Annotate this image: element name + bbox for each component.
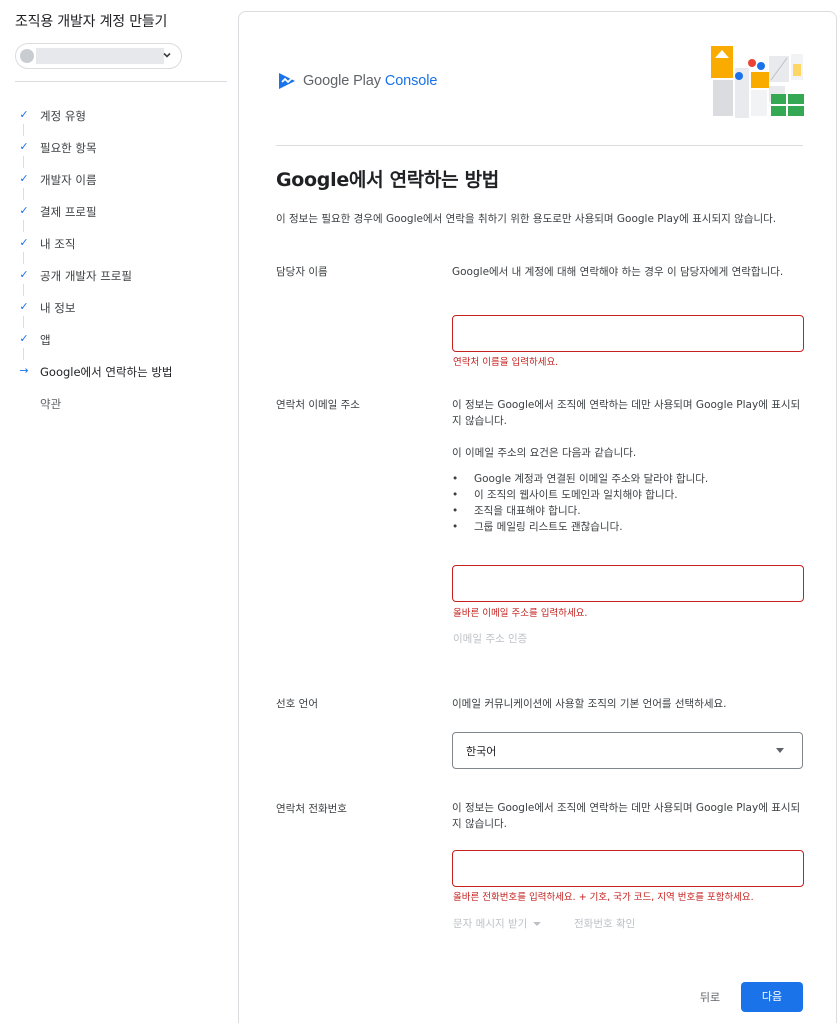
list-item: Google 계정과 연결된 이메일 주소와 달라야 합니다. — [452, 471, 804, 487]
contact-email-error: 올바른 이메일 주소를 입력하세요. — [453, 608, 588, 619]
step-requirements[interactable]: ✓ 필요한 항목 — [18, 132, 230, 168]
check-icon: ✓ — [19, 108, 29, 121]
step-label: 공개 개발자 프로필 — [40, 269, 132, 283]
header-divider — [276, 145, 803, 146]
contact-phone-description: 이 정보는 Google에서 조직에 연락하는 데만 사용되며 Google P… — [452, 802, 801, 830]
step-label: 약관 — [40, 397, 62, 411]
check-icon: ✓ — [19, 204, 29, 217]
play-console-logo: Google Play Console — [277, 71, 437, 91]
sidebar-title: 조직용 개발자 계정 만들기 — [15, 14, 168, 30]
caret-down-icon — [533, 921, 542, 926]
check-icon: ✓ — [19, 268, 29, 281]
dropdown-arrow-icon — [776, 748, 784, 753]
list-item: 조직을 대표해야 합니다. — [452, 503, 804, 519]
account-avatar — [20, 49, 34, 63]
header-illustration — [711, 46, 804, 118]
contact-email-input[interactable] — [452, 565, 804, 602]
logo-text: Google Play Console — [303, 73, 437, 89]
contact-name-input[interactable] — [452, 315, 804, 352]
check-icon: ✓ — [19, 236, 29, 249]
step-label: 내 정보 — [40, 301, 76, 315]
email-requirements-list: Google 계정과 연결된 이메일 주소와 달라야 합니다. 이 조직의 웹사… — [452, 471, 804, 535]
account-name-redacted — [36, 48, 164, 64]
contact-name-error: 연락처 이름을 입력하세요. — [453, 357, 559, 368]
contact-phone-input[interactable] — [452, 850, 804, 887]
list-item: 그룹 메일링 리스트도 괜찮습니다. — [452, 519, 804, 535]
step-about-you[interactable]: ✓ 내 정보 — [18, 292, 230, 328]
language-selected-value: 한국어 — [466, 745, 497, 758]
step-label: 앱 — [40, 333, 51, 347]
step-label: 필요한 항목 — [40, 141, 97, 155]
step-contact-methods[interactable]: → Google에서 연락하는 방법 — [18, 356, 230, 388]
step-label: 결제 프로필 — [40, 205, 97, 219]
page-title: Google에서 연락하는 방법 — [276, 169, 499, 191]
verify-email-link[interactable]: 이메일 주소 인증 — [453, 631, 527, 646]
contact-name-label: 담당자 이름 — [276, 266, 328, 278]
step-label: Google에서 연락하는 방법 — [40, 365, 173, 379]
step-payments-profile[interactable]: ✓ 결제 프로필 — [18, 196, 230, 232]
step-public-profile[interactable]: ✓ 공개 개발자 프로필 — [18, 260, 230, 296]
form-card: Google Play Console Google에서 연락하는 방법 이 정… — [238, 11, 837, 1023]
step-list: ✓ 계정 유형 ✓ 필요한 항목 ✓ 개발자 이름 ✓ 결제 프로필 ✓ 내 조… — [18, 100, 230, 420]
check-icon: ✓ — [19, 332, 29, 345]
step-apps[interactable]: ✓ 앱 — [18, 324, 230, 360]
play-console-icon — [279, 73, 295, 89]
sidebar: 조직용 개발자 계정 만들기 ✓ 계정 유형 ✓ 필요한 항목 ✓ 개발자 이름… — [0, 0, 238, 1023]
sidebar-divider — [15, 81, 227, 82]
logo-prefix: Google Play — [303, 73, 381, 89]
check-icon: ✓ — [19, 172, 29, 185]
sms-label: 문자 메시지 받기 — [453, 918, 528, 930]
chevron-down-icon — [163, 52, 171, 58]
contact-phone-label: 연락처 전화번호 — [276, 803, 347, 815]
language-select[interactable]: 한국어 — [452, 732, 803, 769]
step-label: 계정 유형 — [40, 109, 86, 123]
check-icon: ✓ — [19, 300, 29, 313]
logo-suffix: Console — [384, 73, 438, 89]
sms-dropdown[interactable]: 문자 메시지 받기 — [453, 916, 542, 931]
page-intro: 이 정보는 필요한 경우에 Google에서 연락을 취하기 위한 용도로만 사… — [276, 213, 777, 225]
account-selector[interactable] — [15, 43, 182, 69]
step-label: 개발자 이름 — [40, 173, 97, 187]
contact-email-label: 연락처 이메일 주소 — [276, 399, 360, 411]
language-description: 이메일 커뮤니케이션에 사용할 조직의 기본 언어를 선택하세요. — [452, 698, 727, 710]
step-label: 내 조직 — [40, 237, 76, 251]
contact-phone-error: 올바른 전화번호를 입력하세요. + 기호, 국가 코드, 지역 번호를 포함하… — [453, 892, 754, 903]
list-item: 이 조직의 웹사이트 도메인과 일치해야 합니다. — [452, 487, 804, 503]
contact-email-requirements-intro: 이 이메일 주소의 요건은 다음과 같습니다. — [452, 447, 637, 459]
arrow-right-icon: → — [19, 364, 29, 377]
next-button[interactable]: 다음 — [741, 982, 803, 1012]
step-organization[interactable]: ✓ 내 조직 — [18, 228, 230, 264]
contact-email-description: 이 정보는 Google에서 조직에 연락하는 데만 사용되며 Google P… — [452, 399, 801, 427]
contact-name-description: Google에서 내 계정에 대해 연락해야 하는 경우 이 담당자에게 연락합… — [452, 266, 784, 278]
check-icon: ✓ — [19, 140, 29, 153]
step-account-type[interactable]: ✓ 계정 유형 — [18, 100, 230, 136]
back-button[interactable]: 뒤로 — [689, 984, 731, 1012]
step-developer-name[interactable]: ✓ 개발자 이름 — [18, 164, 230, 200]
step-terms[interactable]: 약관 — [18, 388, 230, 420]
verify-phone-link[interactable]: 전화번호 확인 — [574, 916, 635, 931]
language-label: 선호 언어 — [276, 698, 318, 710]
